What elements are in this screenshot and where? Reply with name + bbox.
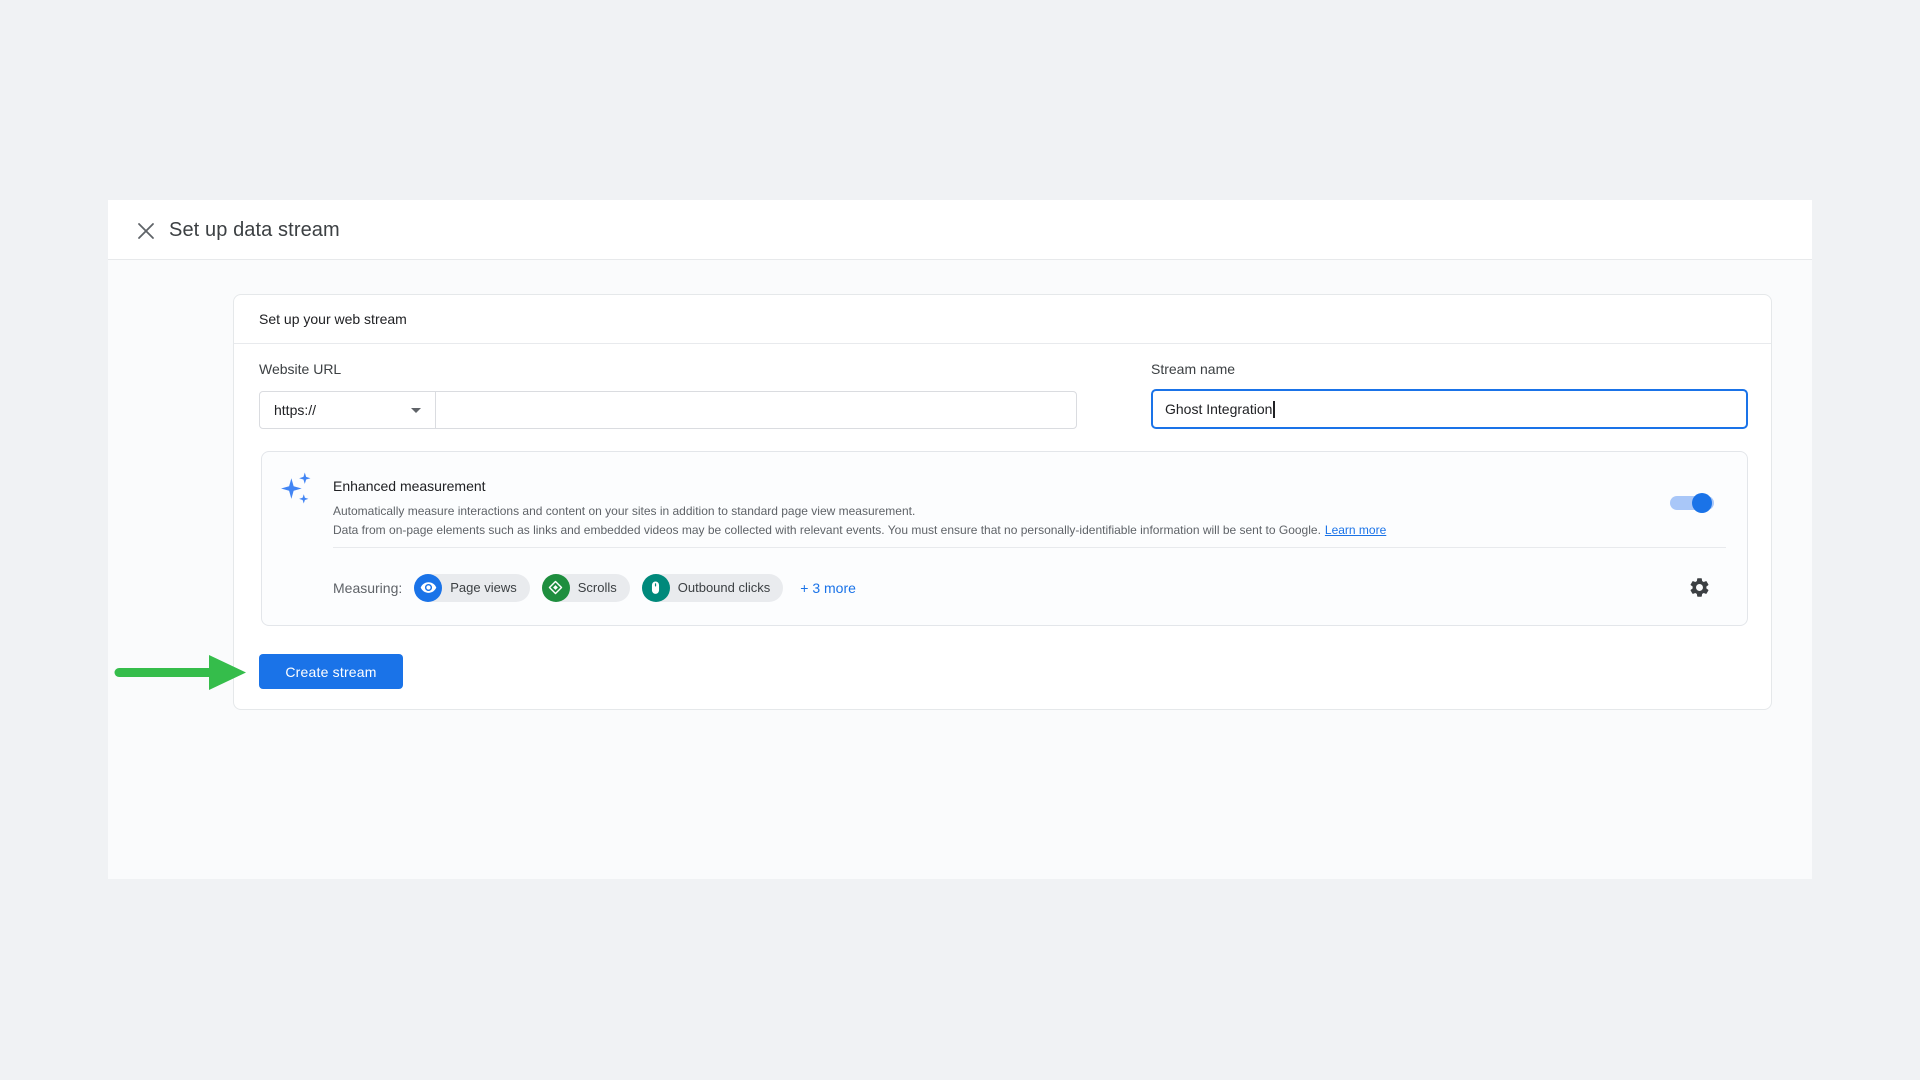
page-title: Set up data stream [169,200,340,260]
url-scheme-select[interactable]: https:// [260,392,436,428]
web-stream-card: Set up your web stream Website URL Strea… [233,294,1772,710]
learn-more-link[interactable]: Learn more [1325,523,1386,537]
url-scheme-value: https:// [274,402,316,418]
gear-icon [1688,576,1711,599]
enhanced-measurement-description: Automatically measure interactions and c… [333,502,1663,540]
enhanced-measurement-title: Enhanced measurement [333,478,486,494]
website-url-input[interactable] [436,392,1076,428]
enhanced-measurement-toggle[interactable] [1670,496,1716,510]
card-title: Set up your web stream [259,295,407,343]
setup-data-stream-dialog: Set up data stream Set up your web strea… [108,200,1812,879]
toggle-thumb [1692,493,1712,513]
stream-name-label: Stream name [1151,361,1235,377]
stream-name-value: Ghost Integration [1165,401,1272,417]
chip-scrolls: Scrolls [542,574,630,602]
chip-outbound-clicks: Outbound clicks [642,574,784,602]
measurement-settings-button[interactable] [1686,575,1712,601]
divider [234,343,1771,344]
chip-label: Scrolls [578,580,617,595]
website-url-group: https:// [259,391,1077,429]
close-button[interactable] [135,220,157,242]
eye-icon [414,574,442,602]
dialog-header: Set up data stream [108,200,1812,260]
chip-page-views: Page views [414,574,529,602]
description-line-1: Automatically measure interactions and c… [333,504,915,518]
scroll-diamond-icon [542,574,570,602]
description-line-2: Data from on-page elements such as links… [333,523,1321,537]
annotation-arrow [112,652,250,693]
chip-label: Page views [450,580,516,595]
more-measurements-link[interactable]: + 3 more [800,580,856,596]
website-url-label: Website URL [259,361,341,377]
close-icon [137,222,155,240]
create-stream-button[interactable]: Create stream [259,654,403,689]
measuring-label: Measuring: [333,580,402,596]
mouse-icon [642,574,670,602]
chevron-down-icon [411,408,421,413]
measuring-row: Measuring: Page views [333,548,1726,627]
enhanced-measurement-section: Enhanced measurement Automatically measu… [261,451,1748,626]
sparkle-icon [280,472,311,509]
chip-label: Outbound clicks [678,580,771,595]
stream-name-input[interactable]: Ghost Integration [1151,389,1748,429]
text-cursor [1273,401,1275,418]
